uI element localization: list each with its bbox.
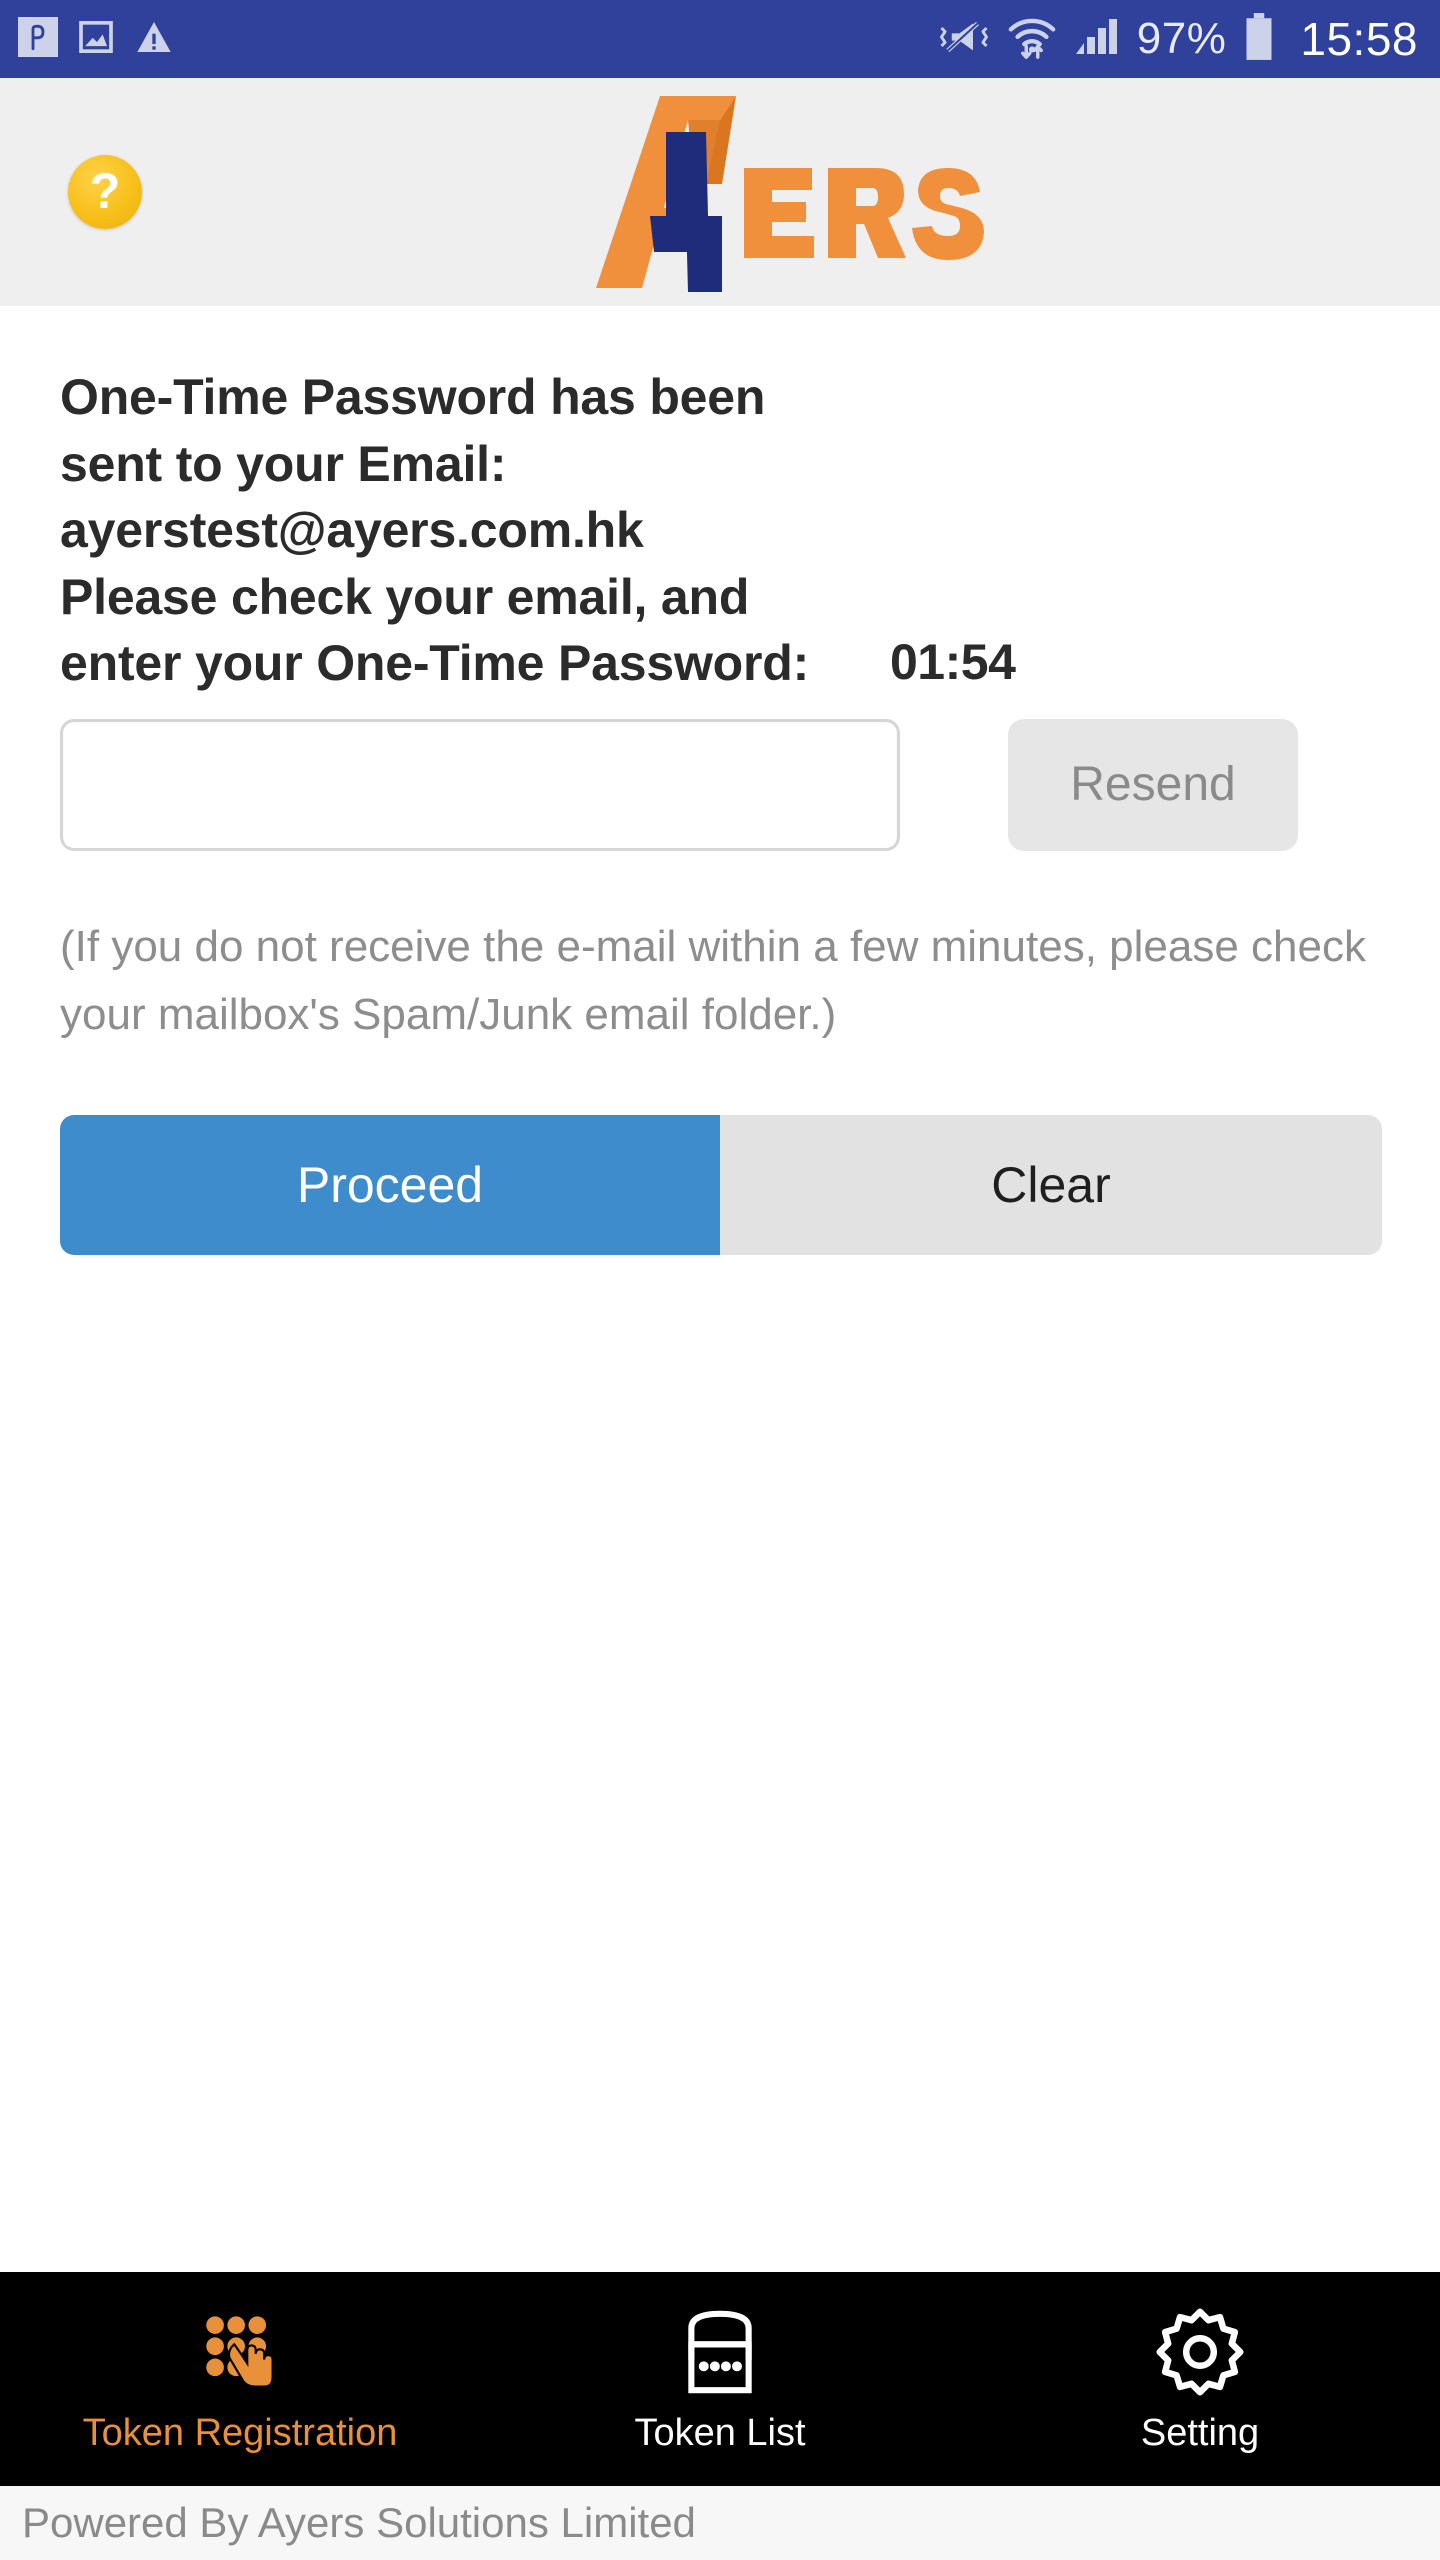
otp-countdown-timer: 01:54 [890,633,1016,690]
help-icon-label: ? [89,162,121,219]
nav-label-setting: Setting [1140,2412,1260,2454]
otp-header-row: One-Time Password has been sent to your … [60,306,1380,697]
otp-line-4: Please check your email, and [60,568,750,625]
otp-input-row: Resend [60,718,1380,851]
app-header: ? [0,78,1440,306]
otp-email-line: ayerstest@ayers.com.hk [60,502,644,558]
help-question-icon[interactable]: ? [68,155,142,229]
vibrate-mute-icon [937,14,991,65]
battery-percent-label: 97% [1136,14,1227,63]
status-bar-left-icons [18,16,174,62]
footer-text: Powered By Ayers Solutions Limited [22,2499,696,2546]
ayers-logo [440,78,1000,306]
resend-button[interactable]: Resend [1008,718,1298,851]
otp-instruction-text: One-Time Password has been sent to your … [60,364,890,697]
status-bar-clock: 15:58 [1300,13,1418,65]
clear-button[interactable]: Clear [720,1114,1382,1255]
app-footer: Powered By Ayers Solutions Limited [0,2486,1440,2560]
status-bar-right-icons: 97% 15:58 [937,12,1418,67]
nav-label-token-registration: Token Registration [82,2412,398,2454]
action-buttons-row: Proceed Clear [60,1114,1382,1255]
battery-icon [1242,12,1276,67]
otp-line-1: One-Time Password has been [60,369,766,425]
token-lock-icon [678,2306,762,2398]
wifi-icon [1007,13,1057,66]
nav-item-token-list[interactable]: Token List [480,2272,960,2486]
bottom-navigation: Token Registration Token List Setting [0,2272,1440,2486]
nav-item-token-registration[interactable]: Token Registration [0,2272,480,2486]
cellular-signal-icon [1073,15,1121,64]
otp-line-5: enter your One-Time Password: [60,635,810,691]
status-bar: 97% 15:58 [0,0,1440,78]
screenshot-image-icon [76,17,116,62]
proceed-button[interactable]: Proceed [60,1114,720,1255]
keypad-tap-icon [194,2306,286,2398]
otp-line-2: sent to your Email: [60,435,507,492]
warning-triangle-icon [134,17,174,62]
app-p-icon [18,16,58,62]
gear-icon [1154,2306,1246,2398]
spam-folder-note: (If you do not receive the e-mail within… [60,921,1366,1039]
app-screen: 97% 15:58 ? One-Time Password has been s… [0,0,1440,2560]
main-content: One-Time Password has been sent to your … [0,306,1440,2272]
otp-input[interactable] [60,718,900,851]
nav-label-token-list: Token List [634,2412,806,2454]
nav-item-setting[interactable]: Setting [960,2272,1440,2486]
